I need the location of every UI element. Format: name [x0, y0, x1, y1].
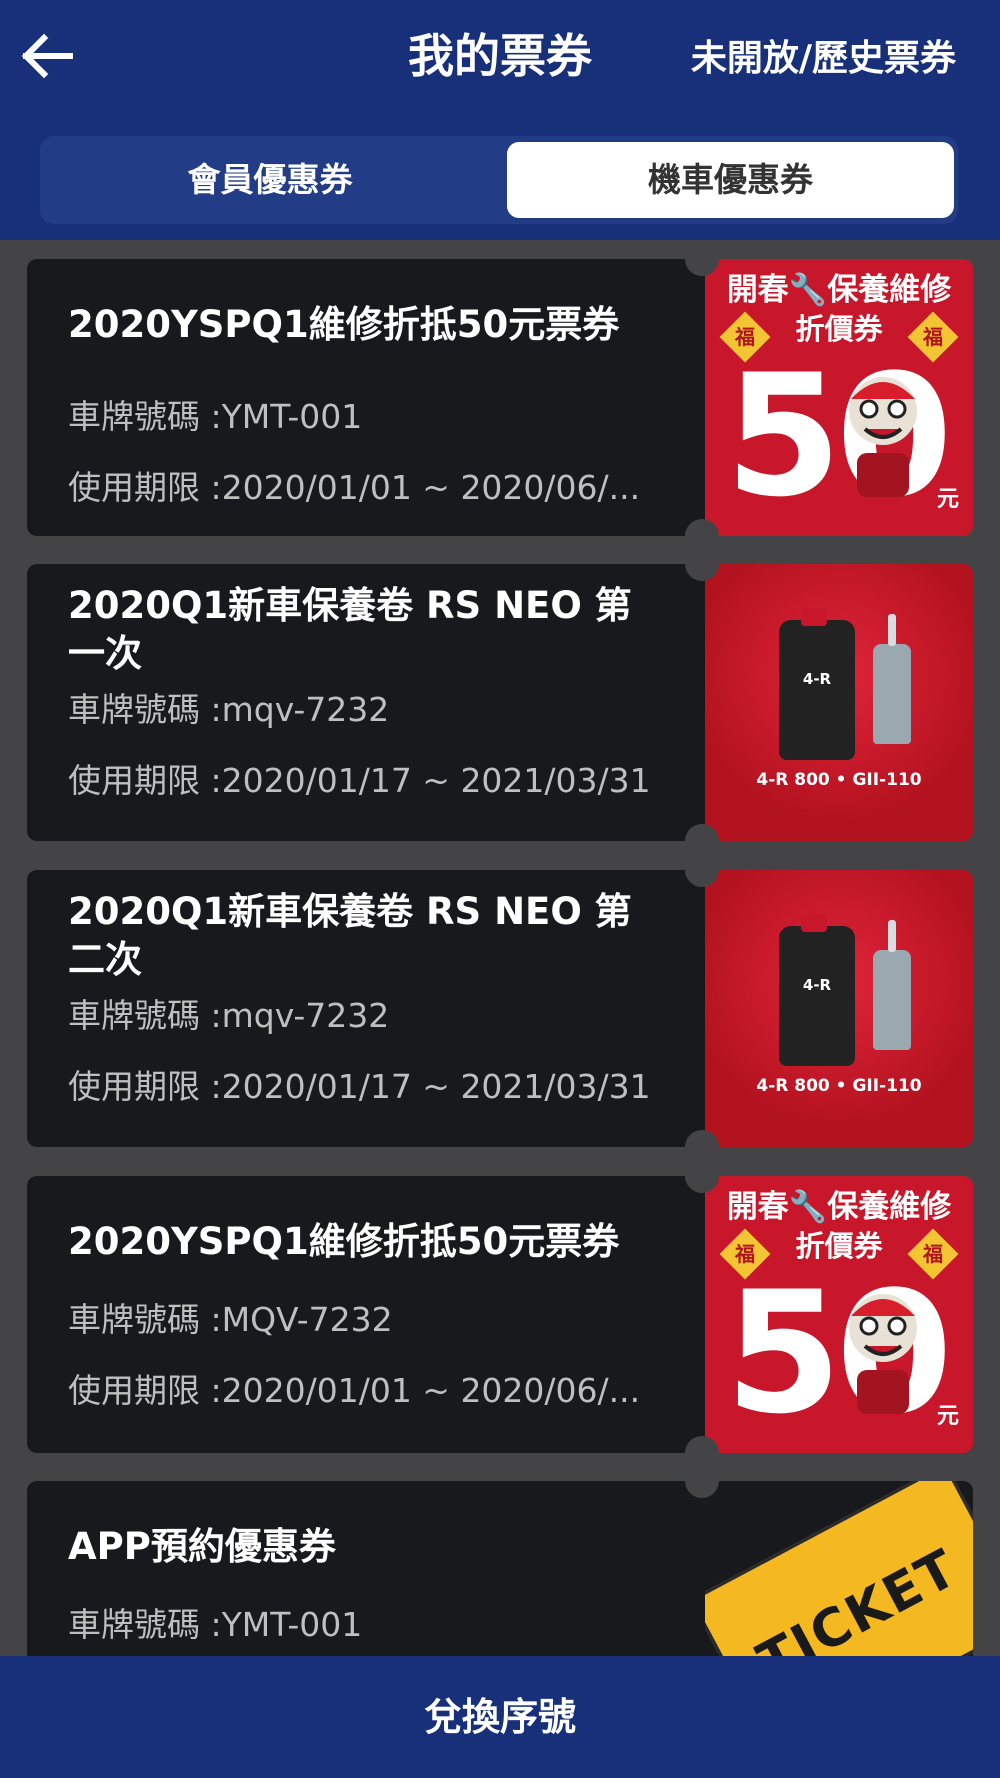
promo-headline: 開春🔧保養維修: [726, 1189, 952, 1225]
coupon-plate: 車牌號碼 :YMT-001: [68, 1605, 363, 1644]
ticket-notch: [685, 547, 719, 581]
coupon-period: 使用期限 :2020/01/17 ~ 2021/03/31: [68, 761, 651, 800]
redeem-code-button[interactable]: 兌換序號: [0, 1656, 1000, 1778]
coupon-card[interactable]: APP預約優惠券 車牌號碼 :YMT-001 TICKET: [27, 1464, 973, 1656]
grease-tube-icon: [873, 920, 911, 1050]
tab-motorcycle-coupons[interactable]: 機車優惠券: [507, 142, 954, 218]
coupon-period: 使用期限 :2020/01/17 ~ 2021/03/31: [68, 1067, 651, 1106]
coupon-plate: 車牌號碼 :MQV-7232: [68, 1300, 393, 1339]
tab-member-coupons[interactable]: 會員優惠券: [46, 142, 494, 218]
lion-dance-icon: [829, 1286, 937, 1416]
coupon-title: 2020YSPQ1維修折抵50元票券: [68, 1220, 620, 1263]
coupon-title: 2020Q1新車保養卷 RS NEO 第二次: [68, 890, 632, 981]
grease-tube-icon: [873, 614, 911, 744]
promo-headline: 開春🔧保養維修: [726, 272, 952, 308]
coupon-image: 開春🔧保養維修 折價券 福 福 50 元: [705, 259, 973, 536]
oil-product-banner: 4-R 4-R 800 • GII-110: [705, 564, 973, 841]
oil-bottle-icon: 4-R: [779, 914, 855, 1066]
promo-unit: 元: [936, 1404, 959, 1429]
coupon-image: TICKET: [705, 1481, 973, 1656]
history-tickets-link[interactable]: 未開放/歷史票券: [691, 34, 956, 84]
coupon-tabs: 會員優惠券 機車優惠券: [40, 136, 958, 224]
coupon-card[interactable]: 2020YSPQ1維修折抵50元票券 車牌號碼 :MQV-7232 使用期限 :…: [27, 1159, 973, 1470]
coupon-title: 2020YSPQ1維修折抵50元票券: [68, 303, 620, 346]
product-caption: 4-R 800 • GII-110: [756, 1076, 922, 1096]
ticket-notch: [685, 242, 719, 276]
coupon-title: 2020Q1新車保養卷 RS NEO 第一次: [68, 584, 632, 675]
coupon-info: 2020Q1新車保養卷 RS NEO 第一次 車牌號碼 :mqv-7232 使用…: [27, 564, 705, 841]
ticket-notch: [685, 1464, 719, 1498]
coupon-info: 2020YSPQ1維修折抵50元票券 車牌號碼 :YMT-001 使用期限 :2…: [27, 259, 705, 536]
oil-bottle-icon: 4-R: [779, 608, 855, 760]
coupon-plate: 車牌號碼 :YMT-001: [68, 397, 363, 436]
coupon-plate: 車牌號碼 :mqv-7232: [68, 690, 390, 729]
app-header: 我的票券 未開放/歷史票券 會員優惠券 機車優惠券: [0, 0, 1000, 240]
coupon-card[interactable]: 2020YSPQ1維修折抵50元票券 車牌號碼 :YMT-001 使用期限 :2…: [27, 242, 973, 553]
promo-unit: 元: [936, 487, 959, 512]
product-caption: 4-R 800 • GII-110: [756, 770, 922, 790]
oil-product-banner: 4-R 4-R 800 • GII-110: [705, 870, 973, 1147]
lion-dance-icon: [829, 369, 937, 499]
promo-banner: 開春🔧保養維修 折價券 福 福 50 元: [705, 259, 973, 536]
coupon-info: 2020YSPQ1維修折抵50元票券 車牌號碼 :MQV-7232 使用期限 :…: [27, 1176, 705, 1453]
ticket-notch: [685, 853, 719, 887]
coupon-card[interactable]: 2020Q1新車保養卷 RS NEO 第一次 車牌號碼 :mqv-7232 使用…: [27, 547, 973, 858]
coupon-image: 4-R 4-R 800 • GII-110: [705, 870, 973, 1147]
coupon-list: 2020YSPQ1維修折抵50元票券 車牌號碼 :YMT-001 使用期限 :2…: [0, 240, 1000, 1656]
coupon-info: APP預約優惠券 車牌號碼 :YMT-001: [27, 1481, 705, 1656]
ticket-icon: TICKET: [705, 1481, 973, 1656]
ticket-notch: [685, 1159, 719, 1193]
coupon-plate: 車牌號碼 :mqv-7232: [68, 996, 390, 1035]
coupon-image: 4-R 4-R 800 • GII-110: [705, 564, 973, 841]
coupon-image: 開春🔧保養維修 折價券 福 福 50 元: [705, 1176, 973, 1453]
coupon-period: 使用期限 :2020/01/01 ~ 2020/06/...: [68, 1371, 641, 1410]
coupon-info: 2020Q1新車保養卷 RS NEO 第二次 車牌號碼 :mqv-7232 使用…: [27, 870, 705, 1147]
coupon-period: 使用期限 :2020/01/01 ~ 2020/06/...: [68, 468, 641, 507]
ticket-banner: TICKET: [705, 1481, 973, 1656]
coupon-title: APP預約優惠券: [68, 1525, 336, 1568]
coupon-card[interactable]: 2020Q1新車保養卷 RS NEO 第二次 車牌號碼 :mqv-7232 使用…: [27, 853, 973, 1164]
promo-banner: 開春🔧保養維修 折價券 福 福 50 元: [705, 1176, 973, 1453]
